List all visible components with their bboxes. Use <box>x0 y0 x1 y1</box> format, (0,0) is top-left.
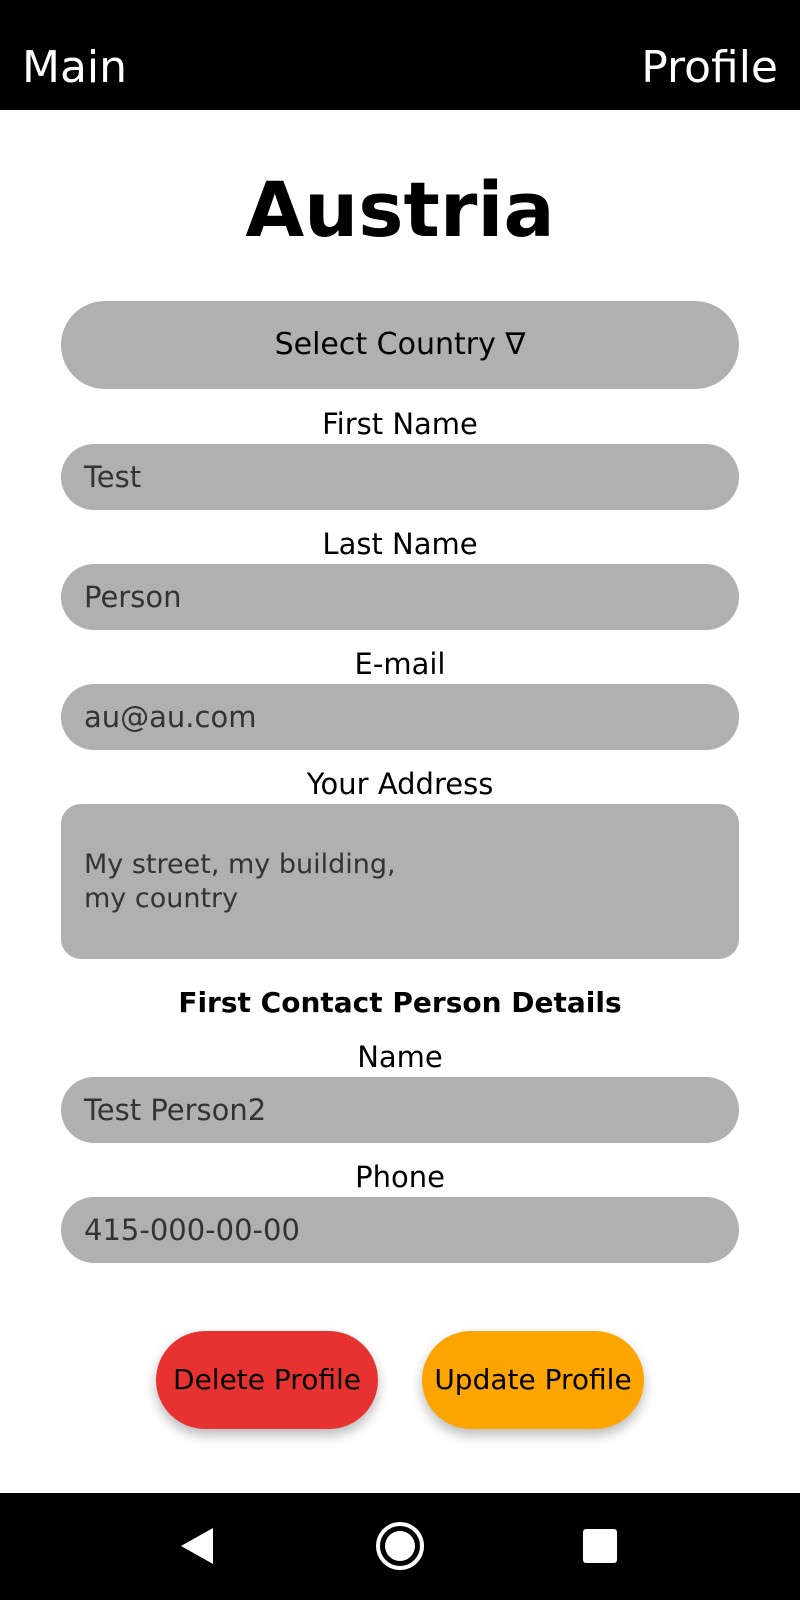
home-nav-button[interactable] <box>340 1493 460 1600</box>
update-profile-button[interactable]: Update Profile <box>422 1331 644 1429</box>
contact-phone-label: Phone <box>355 1160 445 1194</box>
profile-screen: Main Profile Austria Select Country ∇ Fi… <box>0 0 800 1600</box>
contact-section-heading: First Contact Person Details <box>178 986 622 1019</box>
page-title: Austria <box>245 165 555 254</box>
last-name-label: Last Name <box>322 527 478 561</box>
home-circle-icon <box>376 1522 424 1570</box>
top-app-bar: Main Profile <box>0 0 800 110</box>
last-name-field[interactable]: Person <box>61 564 739 630</box>
contact-phone-field[interactable]: 415-000-00-00 <box>61 1197 739 1263</box>
select-country-button[interactable]: Select Country ∇ <box>61 301 739 389</box>
email-field[interactable]: au@au.com <box>61 684 739 750</box>
contact-name-label: Name <box>357 1040 443 1074</box>
first-name-field[interactable]: Test <box>61 444 739 510</box>
first-name-label: First Name <box>322 407 478 441</box>
email-label: E-mail <box>354 647 446 681</box>
recents-nav-button[interactable] <box>540 1493 660 1600</box>
contact-name-field[interactable]: Test Person2 <box>61 1077 739 1143</box>
address-textarea[interactable]: My street, my building, my country <box>61 804 739 959</box>
address-label: Your Address <box>306 767 494 801</box>
system-navigation-bar <box>0 1493 800 1600</box>
back-nav-button[interactable] <box>137 1493 257 1600</box>
main-nav-link[interactable]: Main <box>22 38 127 98</box>
delete-profile-button[interactable]: Delete Profile <box>156 1331 378 1429</box>
back-triangle-icon <box>181 1528 213 1564</box>
recents-square-icon <box>583 1529 617 1563</box>
profile-nav-link[interactable]: Profile <box>641 38 778 98</box>
